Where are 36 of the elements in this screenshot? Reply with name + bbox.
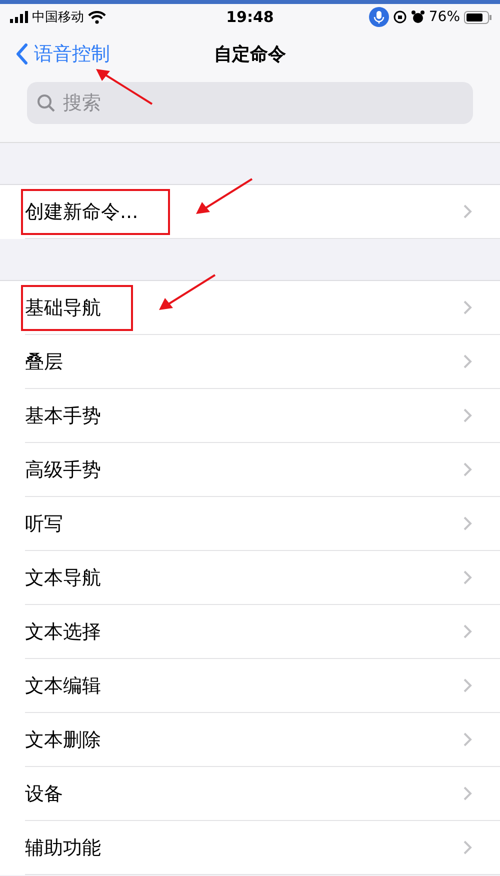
back-button[interactable]: 语音控制 [16, 41, 110, 67]
status-time: 19:48 [226, 8, 274, 26]
list-item[interactable]: 创建新命令... [21, 188, 170, 234]
wifi-icon [88, 10, 106, 24]
list-item[interactable]: 高级手势 [21, 446, 105, 492]
battery-icon [464, 10, 492, 24]
list-item[interactable]: 基本手势 [21, 392, 105, 438]
back-chevron-icon[interactable] [16, 43, 28, 65]
list-item[interactable]: 设备 [21, 770, 67, 816]
chevron-icon [463, 570, 472, 585]
rotation-lock-icon [392, 10, 407, 24]
chevron-icon [463, 408, 472, 423]
chevron-icon [463, 300, 472, 315]
chevron-icon [463, 462, 472, 477]
search-icon [37, 94, 55, 112]
list-item[interactable]: 文本导航 [21, 554, 105, 600]
list-item[interactable]: 辅助功能 [21, 824, 105, 870]
battery-percent: 76% [428, 9, 460, 25]
chevron-icon [463, 354, 472, 369]
list-item[interactable]: 基础导航 [21, 284, 133, 330]
chevron-icon [463, 786, 472, 801]
list-item[interactable]: 听写 [21, 500, 67, 546]
chevron-icon [463, 840, 472, 855]
chevron-icon [463, 732, 472, 747]
list-item[interactable]: 文本选择 [21, 608, 105, 654]
signal-icon [10, 11, 28, 23]
list-item[interactable]: 叠层 [21, 338, 67, 384]
page-title: 自定命令 [214, 43, 286, 66]
list-item[interactable]: 文本删除 [21, 716, 105, 762]
carrier-name: 中国移动 [32, 9, 84, 26]
chevron-icon [463, 624, 472, 639]
chevron-icon [463, 678, 472, 693]
list-item[interactable]: 文本编辑 [21, 662, 105, 708]
alarm-icon [410, 10, 425, 24]
chevron-icon [463, 204, 472, 219]
chevron-icon [463, 516, 472, 531]
